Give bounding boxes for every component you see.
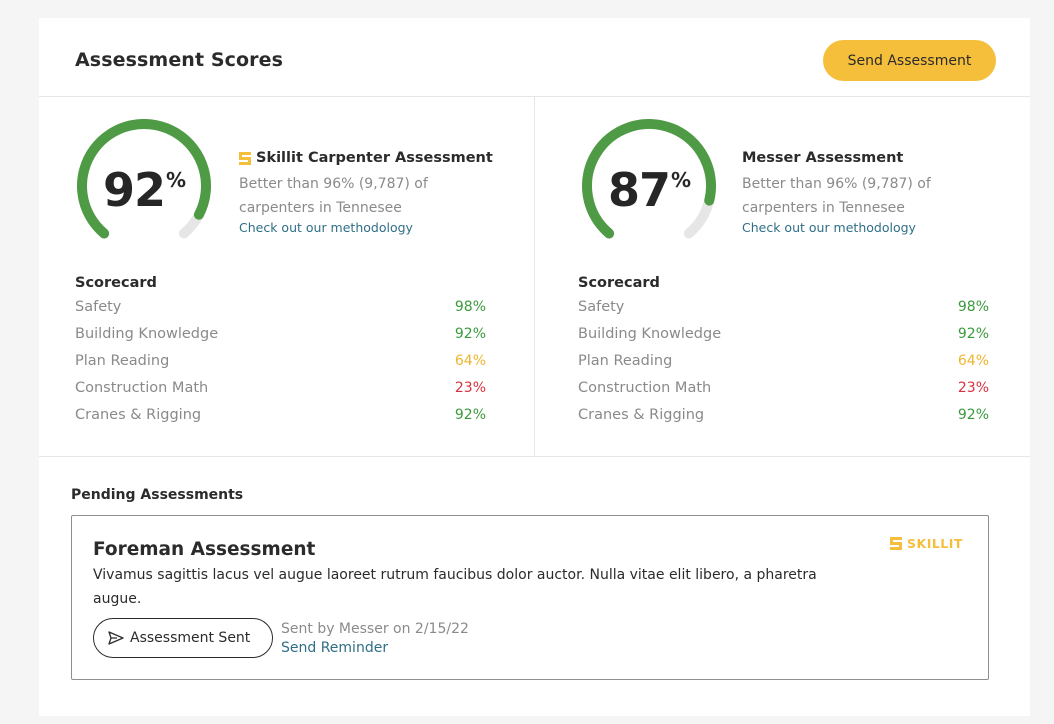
scorecard: Scorecard Safety 98% Building Knowledge 92… [578,273,989,428]
sent-meta: Sent by Messer on 2/15/22 Send Reminder [281,620,469,658]
pending-assessment-description: Vivamus sagittis lacus vel augue laoreet… [93,567,817,607]
assessment-info: Messer Assessment Better than 96% (9,787… [742,149,1002,236]
assessment-panels: 92% Skillit Carpenter Assessment Better … [39,97,1030,457]
score-unit: % [165,168,186,192]
send-assessment-button[interactable]: Send Assessment [823,40,996,81]
score-row: Plan Reading 64% [578,347,989,374]
assessment-description: Better than 96% (9,787) of carpenters in… [239,176,428,216]
score-row: Construction Math 23% [578,374,989,401]
score-value: 98% [454,298,486,315]
pending-assessment-card: Foreman Assessment Vivamus sagittis lacu… [71,515,989,680]
assessment-panel-messer: 87% Messer Assessment Better than 96% (9… [535,97,1030,457]
score-label: Building Knowledge [578,325,722,342]
assessment-sent-button[interactable]: Assessment Sent [93,618,273,658]
skillit-logo-icon [239,151,251,165]
methodology-link[interactable]: Check out our methodology [742,220,1002,236]
score-label: Safety [578,298,625,315]
scorecard: Scorecard Safety 98% Building Knowledge 92… [75,273,486,428]
assessment-panel-skillit: 92% Skillit Carpenter Assessment Better … [39,97,535,457]
methodology-link[interactable]: Check out our methodology [239,220,499,236]
score-value: 92% [957,406,989,423]
assessment-title: Messer Assessment [742,149,1002,167]
pending-assessment-title: Foreman Assessment [93,539,316,560]
score-row: Plan Reading 64% [75,347,486,374]
score-value: 92% [454,325,486,342]
score-label: Construction Math [75,379,209,396]
assessment-title: Skillit Carpenter Assessment [239,149,499,167]
score-value: 92% [957,325,989,342]
assessment-info: Skillit Carpenter Assessment Better than… [239,149,499,236]
score-label: Cranes & Rigging [75,406,202,423]
pending-heading: Pending Assessments [71,487,244,503]
score-label: Safety [75,298,122,315]
score-number: 87 [607,163,671,217]
card-header: Assessment Scores Send Assessment [39,18,1030,97]
score-gauge: 92% [72,119,216,253]
score-row: Construction Math 23% [75,374,486,401]
assessment-description: Better than 96% (9,787) of carpenters in… [742,176,931,216]
score-value: 23% [957,379,989,396]
score-value: 92% [454,406,486,423]
score-value: 23% [454,379,486,396]
score-row: Cranes & Rigging 92% [578,401,989,428]
pending-section: Pending Assessments [71,487,243,503]
score-unit: % [670,168,691,192]
page-title: Assessment Scores [75,49,284,71]
score-percentage: 87% [577,163,721,217]
score-label: Plan Reading [75,352,170,369]
score-row: Safety 98% [75,293,486,320]
assessment-scores-card: Assessment Scores Send Assessment 92% Sk… [39,18,1030,716]
score-label: Cranes & Rigging [578,406,705,423]
assessment-sent-label: Assessment Sent [130,630,251,646]
score-label: Plan Reading [578,352,673,369]
scorecard-heading: Scorecard [75,275,157,291]
score-value: 98% [957,298,989,315]
score-number: 92 [102,163,166,217]
paper-plane-icon [108,631,124,645]
score-row: Cranes & Rigging 92% [75,401,486,428]
assessment-title-text: Messer Assessment [742,150,904,166]
skillit-brand-text: SKILLIT [907,536,963,551]
sent-by-text: Sent by Messer on 2/15/22 [281,621,469,637]
skillit-logo-icon [890,537,902,550]
scorecard-heading: Scorecard [578,275,660,291]
score-row: Building Knowledge 92% [75,320,486,347]
score-value: 64% [454,352,486,369]
score-percentage: 92% [72,163,216,217]
score-row: Safety 98% [578,293,989,320]
score-row: Building Knowledge 92% [578,320,989,347]
skillit-brand: SKILLIT [890,536,963,551]
score-value: 64% [957,352,989,369]
score-label: Building Knowledge [75,325,219,342]
send-reminder-link[interactable]: Send Reminder [281,639,469,658]
assessment-title-text: Skillit Carpenter Assessment [256,150,493,166]
score-gauge: 87% [577,119,721,253]
score-label: Construction Math [578,379,712,396]
